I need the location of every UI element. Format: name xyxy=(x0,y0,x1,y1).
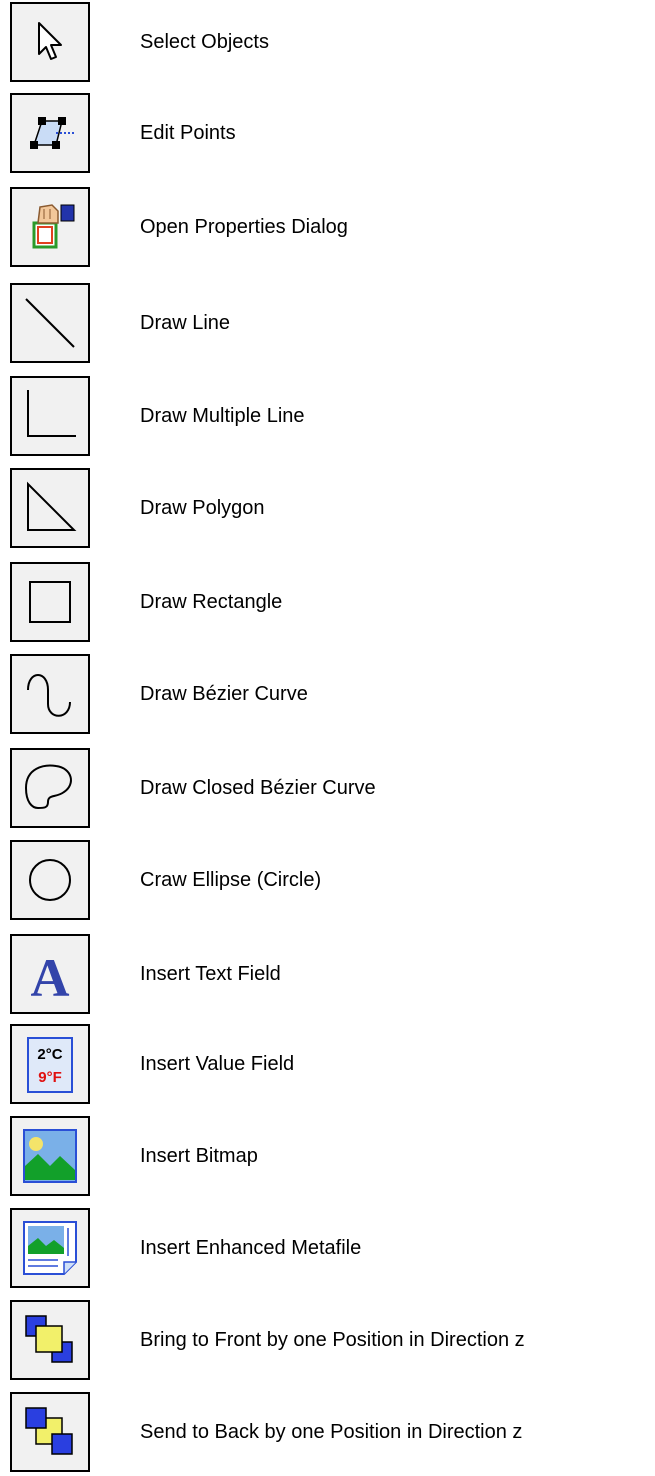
tool-label: Draw Closed Bézier Curve xyxy=(140,777,376,799)
line-icon xyxy=(25,298,75,348)
properties-icon xyxy=(32,204,75,249)
bring-to-front-button[interactable] xyxy=(10,1300,90,1380)
tool-row-multiple-line: Draw Multiple Line xyxy=(10,376,650,460)
tool-row-bezier: Draw Bézier Curve xyxy=(10,654,650,738)
value-field-fahrenheit: 9°F xyxy=(38,1069,62,1086)
tool-row-bring-front: Bring to Front by one Position in Direct… xyxy=(10,1300,650,1384)
value-field-icon: 2°C 9°F xyxy=(27,1037,73,1093)
tool-label: Draw Polygon xyxy=(140,497,265,519)
tool-row-text-field: A Insert Text Field xyxy=(10,934,650,1018)
tool-row-select-objects: Select Objects xyxy=(10,2,650,86)
text-field-glyph: A xyxy=(31,948,70,1008)
tool-label: Craw Ellipse (Circle) xyxy=(140,869,322,891)
bring-front-icon xyxy=(25,1315,73,1363)
draw-bezier-button[interactable] xyxy=(10,654,90,734)
tool-row-ellipse: Craw Ellipse (Circle) xyxy=(10,840,650,924)
tool-label: Insert Text Field xyxy=(140,963,281,985)
multiple-line-icon xyxy=(27,390,76,437)
insert-value-field-button[interactable]: 2°C 9°F xyxy=(10,1024,90,1104)
edit-points-icon xyxy=(30,117,76,149)
tool-row-metafile: Insert Enhanced Metafile xyxy=(10,1208,650,1292)
draw-line-button[interactable] xyxy=(10,283,90,363)
send-to-back-button[interactable] xyxy=(10,1392,90,1472)
draw-polygon-button[interactable] xyxy=(10,468,90,548)
insert-metafile-button[interactable] xyxy=(10,1208,90,1288)
tool-row-draw-line: Draw Line xyxy=(10,283,650,367)
tool-row-closed-bezier: Draw Closed Bézier Curve xyxy=(10,748,650,832)
tool-row-bitmap: Insert Bitmap xyxy=(10,1116,650,1200)
send-back-icon xyxy=(25,1407,73,1455)
tool-label: Draw Rectangle xyxy=(140,591,283,613)
value-field-celsius: 2°C xyxy=(37,1046,62,1063)
tool-row-properties: Open Properties Dialog xyxy=(10,187,650,271)
metafile-icon xyxy=(23,1221,77,1275)
draw-multiple-line-button[interactable] xyxy=(10,376,90,456)
polygon-icon xyxy=(27,481,77,531)
text-field-icon: A xyxy=(31,948,70,1008)
tool-label: Select Objects xyxy=(140,31,269,53)
tool-label: Insert Enhanced Metafile xyxy=(140,1237,362,1259)
select-arrow-icon xyxy=(38,22,62,60)
bitmap-icon xyxy=(23,1129,77,1183)
bezier-curve-icon xyxy=(27,674,71,717)
tool-label: Draw Line xyxy=(140,312,231,334)
rectangle-icon xyxy=(29,581,71,623)
select-objects-button[interactable] xyxy=(10,2,90,82)
tool-row-rectangle: Draw Rectangle xyxy=(10,562,650,646)
tool-label: Bring to Front by one Position in Direct… xyxy=(140,1329,525,1351)
tool-label: Open Properties Dialog xyxy=(140,216,348,238)
draw-closed-bezier-button[interactable] xyxy=(10,748,90,828)
open-properties-button[interactable] xyxy=(10,187,90,267)
tool-row-edit-points: Edit Points xyxy=(10,93,650,177)
closed-bezier-icon xyxy=(24,764,72,810)
tool-label: Edit Points xyxy=(140,122,236,144)
edit-points-button[interactable] xyxy=(10,93,90,173)
tool-label: Send to Back by one Position in Directio… xyxy=(140,1421,523,1443)
insert-bitmap-button[interactable] xyxy=(10,1116,90,1196)
tool-label: Draw Multiple Line xyxy=(140,405,305,427)
tool-row-send-back: Send to Back by one Position in Directio… xyxy=(10,1392,650,1476)
insert-text-field-button[interactable]: A xyxy=(10,934,90,1014)
draw-rectangle-button[interactable] xyxy=(10,562,90,642)
tool-label: Insert Bitmap xyxy=(140,1145,258,1167)
tool-label: Insert Value Field xyxy=(140,1053,295,1075)
draw-ellipse-button[interactable] xyxy=(10,840,90,920)
ellipse-icon xyxy=(29,859,71,901)
tool-row-value-field: 2°C 9°F Insert Value Field xyxy=(10,1024,650,1108)
tool-label: Draw Bézier Curve xyxy=(140,683,308,705)
tool-row-polygon: Draw Polygon xyxy=(10,468,650,552)
